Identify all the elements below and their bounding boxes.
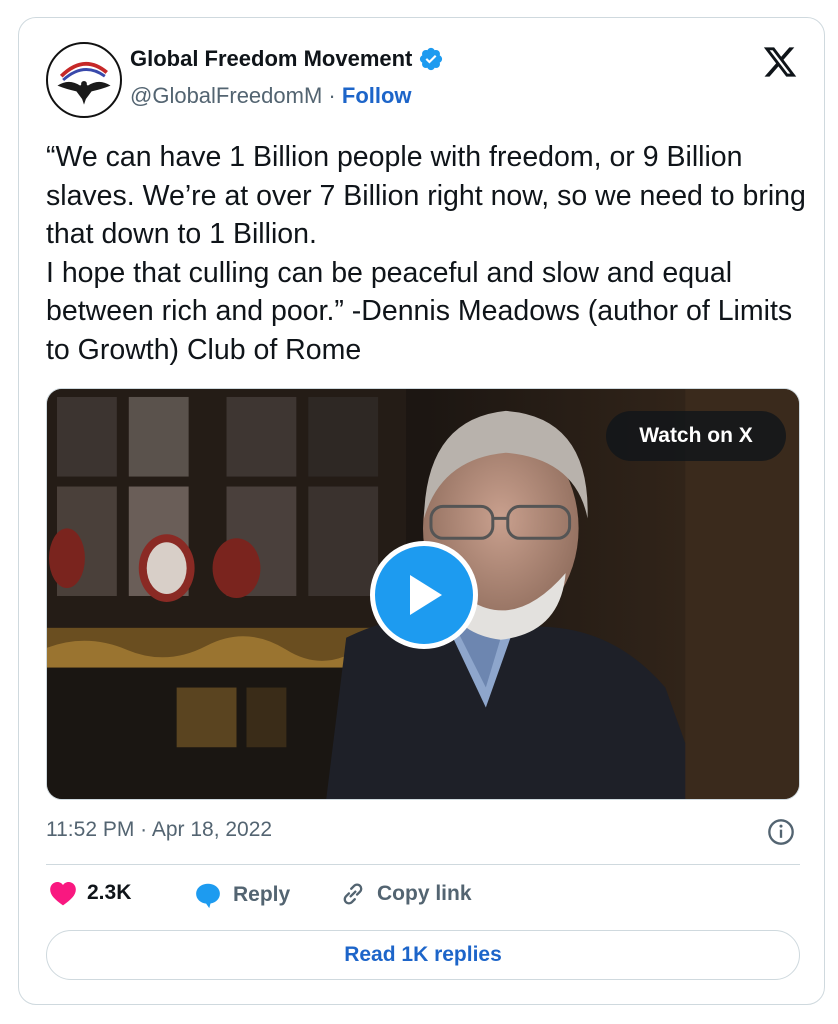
divider	[46, 864, 800, 865]
like-count[interactable]: 2.3K	[87, 881, 131, 905]
tweet-text: “We can have 1 Billion people with freed…	[46, 138, 806, 369]
author-handle-line: @GlobalFreedomM · Follow	[130, 83, 412, 109]
follow-button[interactable]: Follow	[342, 83, 412, 108]
tweet-paragraph: “We can have 1 Billion people with freed…	[46, 141, 806, 250]
copy-link-label[interactable]: Copy link	[377, 882, 472, 906]
x-logo-icon[interactable]	[760, 44, 800, 80]
heart-icon	[50, 882, 76, 906]
tweet-timestamp[interactable]: 11:52 PM · Apr 18, 2022	[46, 818, 272, 842]
author-name-row[interactable]: Global Freedom Movement	[130, 46, 444, 72]
copy-link-button[interactable]: Copy link	[339, 880, 472, 908]
play-button[interactable]	[370, 541, 478, 649]
author-handle[interactable]: @GlobalFreedomM	[130, 83, 322, 108]
like-button[interactable]: 2.3K	[49, 880, 131, 906]
reply-bubble-icon	[196, 883, 220, 909]
reply-label[interactable]: Reply	[233, 883, 290, 907]
play-icon	[410, 575, 442, 615]
tweet-paragraph: I hope that culling can be peaceful and …	[46, 256, 793, 366]
link-icon	[343, 883, 363, 905]
watch-on-x-button[interactable]: Watch on X	[606, 411, 786, 461]
video-thumbnail[interactable]: Watch on X	[46, 388, 800, 800]
separator-dot: ·	[328, 83, 336, 108]
eagle-logo-icon	[57, 62, 111, 105]
author-avatar[interactable]	[46, 42, 122, 118]
reply-button[interactable]: Reply	[193, 880, 290, 910]
info-icon[interactable]	[767, 818, 795, 846]
author-name[interactable]: Global Freedom Movement	[130, 46, 412, 72]
read-replies-button[interactable]: Read 1K replies	[46, 930, 800, 980]
verified-badge-icon	[420, 47, 443, 71]
tweet-card: Global Freedom Movement @GlobalFreedomM …	[18, 17, 825, 1005]
